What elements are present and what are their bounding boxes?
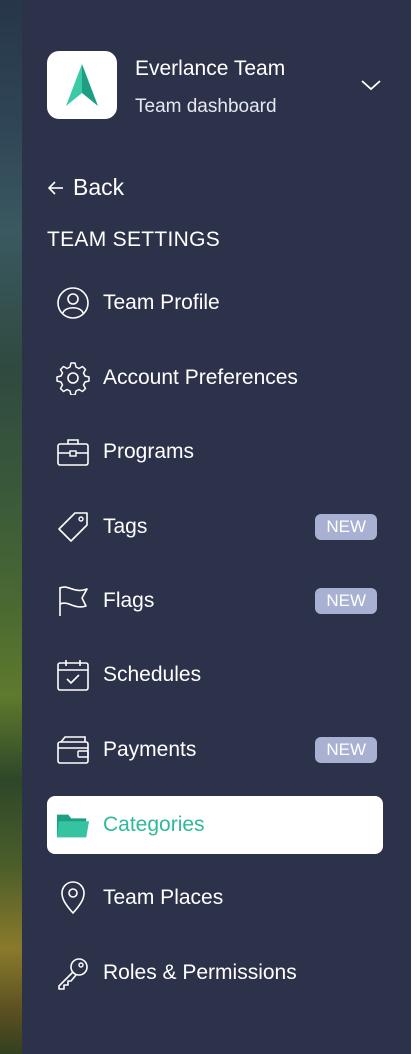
nav-label: Programs bbox=[103, 440, 195, 463]
team-logo bbox=[47, 51, 117, 119]
folder-icon bbox=[56, 808, 90, 842]
new-badge: NEW bbox=[315, 588, 377, 614]
nav-label: Roles & Permissions bbox=[103, 961, 297, 984]
briefcase-icon bbox=[56, 435, 90, 469]
tag-icon bbox=[56, 510, 90, 544]
nav-item-categories[interactable]: Categories bbox=[47, 796, 383, 854]
nav-item-tags[interactable]: Tags NEW bbox=[47, 498, 383, 556]
new-badge: NEW bbox=[315, 737, 377, 763]
nav-item-flags[interactable]: Flags NEW bbox=[47, 572, 383, 630]
nav-label: Payments bbox=[103, 738, 197, 761]
nav-item-team-profile[interactable]: Team Profile bbox=[47, 274, 383, 332]
nav-label: Team Profile bbox=[103, 291, 220, 314]
nav-item-account-preferences[interactable]: Account Preferences bbox=[47, 349, 383, 407]
nav-label: Flags bbox=[103, 589, 155, 612]
background-scenery bbox=[0, 0, 22, 1054]
flag-icon bbox=[56, 584, 90, 618]
settings-sidebar: Everlance Team Team dashboard Back TEAM … bbox=[22, 0, 411, 1054]
section-title: TEAM SETTINGS bbox=[47, 228, 221, 251]
wallet-icon bbox=[56, 733, 90, 767]
back-label: Back bbox=[73, 174, 125, 200]
chevron-down-icon[interactable] bbox=[359, 73, 383, 97]
nav-label: Account Preferences bbox=[103, 366, 298, 389]
nav-item-payments[interactable]: Payments NEW bbox=[47, 721, 383, 779]
content-edge bbox=[411, 0, 418, 1054]
gear-icon bbox=[56, 361, 90, 395]
team-name: Everlance Team bbox=[135, 57, 286, 80]
nav-label: Schedules bbox=[103, 663, 202, 686]
nav-label: Categories bbox=[103, 813, 205, 836]
everlance-logo-icon bbox=[66, 64, 98, 106]
nav-item-programs[interactable]: Programs bbox=[47, 423, 383, 481]
arrow-left-icon bbox=[47, 180, 63, 195]
nav-item-roles-permissions[interactable]: Roles & Permissions bbox=[47, 944, 383, 1002]
user-circle-icon bbox=[56, 286, 90, 320]
calendar-check-icon bbox=[56, 658, 90, 692]
new-badge: NEW bbox=[315, 514, 377, 540]
nav-label: Tags bbox=[103, 515, 148, 538]
map-pin-icon bbox=[56, 881, 90, 915]
key-icon bbox=[56, 956, 90, 990]
nav-item-schedules[interactable]: Schedules bbox=[47, 646, 383, 704]
back-link[interactable]: Back bbox=[47, 174, 124, 201]
team-switcher[interactable]: Everlance Team Team dashboard bbox=[47, 51, 387, 121]
team-subtitle: Team dashboard bbox=[135, 96, 277, 117]
nav-label: Team Places bbox=[103, 886, 224, 909]
nav-item-team-places[interactable]: Team Places bbox=[47, 869, 383, 927]
